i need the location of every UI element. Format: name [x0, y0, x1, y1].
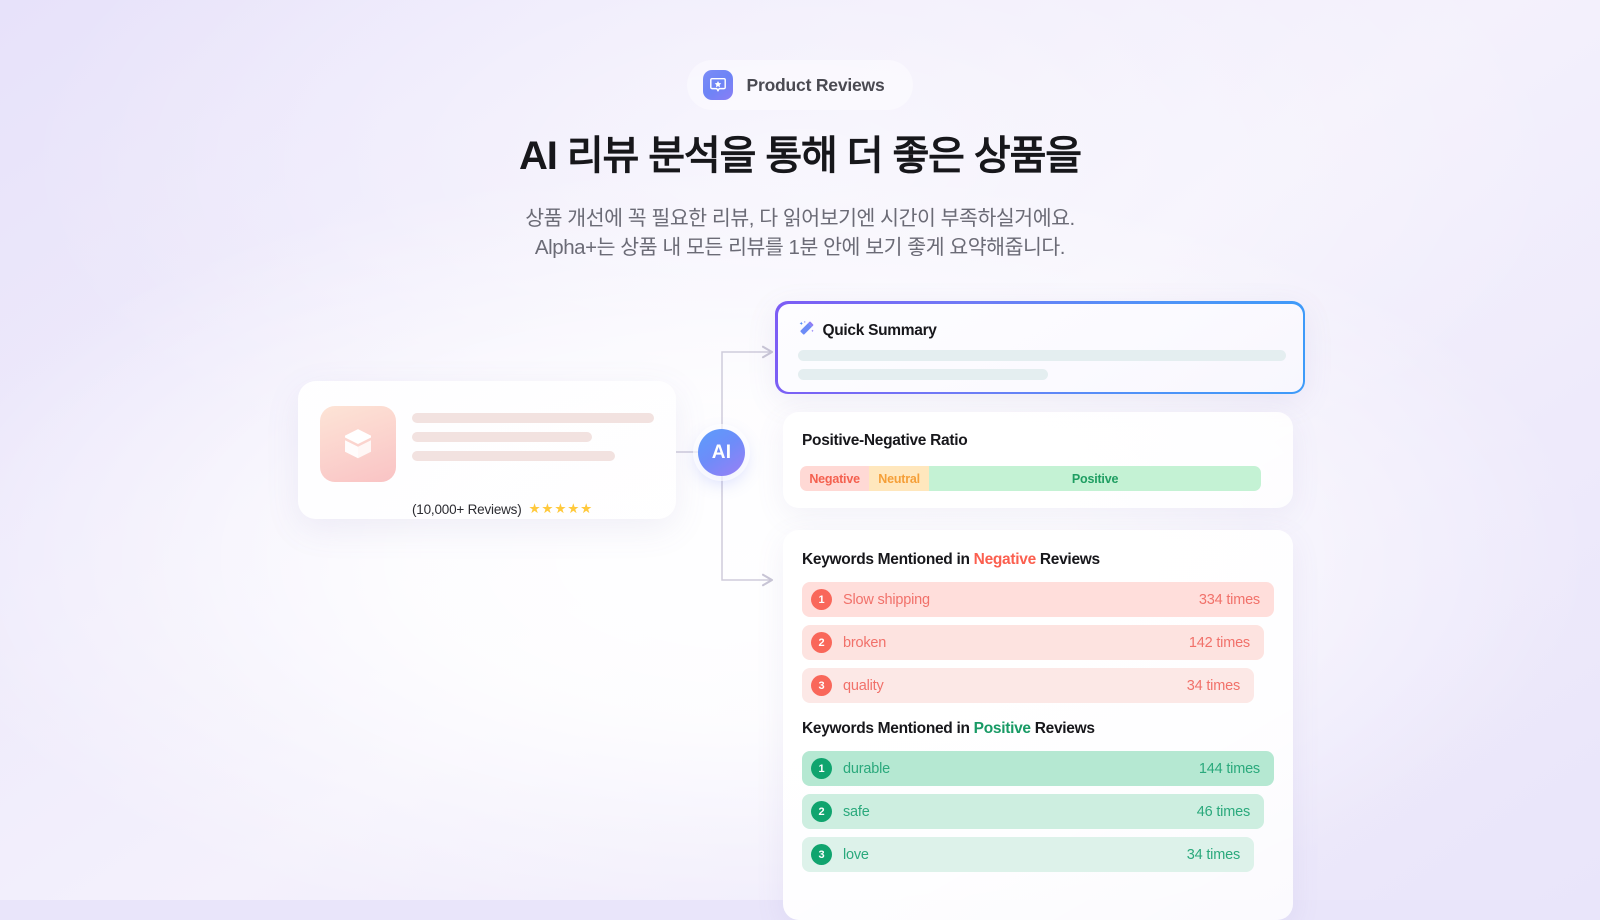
keyword-row[interactable]: 1 durable 144 times	[802, 751, 1274, 786]
keyword-label: quality	[843, 677, 884, 694]
keyword-label: durable	[843, 760, 890, 777]
quick-summary-header: Quick Summary	[798, 320, 937, 342]
quick-summary-card[interactable]: Quick Summary	[775, 301, 1305, 394]
quick-summary-title: Quick Summary	[822, 321, 937, 339]
heading-suffix: Reviews	[1030, 720, 1095, 737]
keyword-count: 334 times	[1198, 591, 1260, 608]
keyword-count: 34 times	[1186, 677, 1240, 694]
keyword-row[interactable]: 1 Slow shipping 334 times	[802, 582, 1274, 617]
product-rating: (10,000+ Reviews) ★★★★★	[412, 501, 593, 517]
ratio-card-title: Positive-Negative Ratio	[802, 432, 968, 449]
ai-node: AI	[698, 429, 745, 476]
keyword-count: 142 times	[1188, 634, 1250, 651]
skeleton-line	[412, 413, 654, 423]
heading-prefix: Keywords Mentioned in	[802, 720, 974, 737]
keyword-row[interactable]: 2 broken 142 times	[802, 625, 1264, 660]
ai-node-label: AI	[711, 441, 732, 463]
diagram-stage: (10,000+ Reviews) ★★★★★ AI Quick Summary	[0, 0, 1600, 920]
positive-keywords-heading: Keywords Mentioned in Positive Reviews	[802, 720, 1095, 738]
ratio-card: Positive-Negative Ratio	[783, 412, 1293, 508]
keyword-row[interactable]: 3 love 34 times	[802, 837, 1254, 872]
heading-accent-positive: Positive	[973, 720, 1031, 737]
keyword-rank-badge: 1	[811, 589, 832, 610]
ratio-segment-positive: Positive	[929, 466, 1261, 491]
negative-keywords-heading: Keywords Mentioned in Negative Reviews	[802, 551, 1100, 569]
keyword-label: Slow shipping	[843, 591, 930, 608]
keyword-label: love	[843, 846, 869, 863]
keyword-label: safe	[843, 803, 870, 820]
summary-bar	[797, 368, 1048, 380]
star-rating-icon: ★★★★★	[528, 501, 594, 516]
keywords-card: Keywords Mentioned in Negative Reviews 1…	[783, 530, 1293, 920]
summary-bar	[797, 349, 1286, 361]
keyword-rank-badge: 2	[811, 632, 832, 653]
keyword-count: 34 times	[1186, 846, 1240, 863]
keyword-rank-badge: 1	[811, 758, 832, 779]
heading-suffix: Reviews	[1035, 551, 1100, 568]
keyword-rank-badge: 2	[811, 801, 832, 822]
magic-wand-icon	[798, 320, 815, 342]
heading-accent-negative: Negative	[973, 551, 1037, 568]
keyword-rank-badge: 3	[811, 844, 832, 865]
keyword-row[interactable]: 3 quality 34 times	[802, 668, 1254, 703]
product-card: (10,000+ Reviews) ★★★★★	[298, 381, 676, 519]
heading-prefix: Keywords Mentioned in	[802, 551, 974, 568]
quick-summary-placeholder-bars	[797, 349, 1286, 388]
ratio-segment-neutral: Neutral	[869, 466, 930, 491]
keyword-row[interactable]: 2 safe 46 times	[802, 794, 1264, 829]
keyword-label: broken	[843, 634, 887, 651]
ratio-segment-negative: Negative	[800, 466, 870, 491]
skeleton-line	[412, 432, 592, 442]
keyword-count: 144 times	[1198, 760, 1260, 777]
package-box-icon	[320, 406, 396, 482]
product-skeleton-lines	[412, 413, 654, 470]
keyword-rank-badge: 3	[811, 675, 832, 696]
review-count-label: (10,000+ Reviews)	[412, 501, 522, 517]
skeleton-line	[412, 451, 615, 461]
keyword-count: 46 times	[1196, 803, 1250, 820]
sentiment-ratio-bar: Negative Neutral Positive	[800, 466, 1261, 491]
